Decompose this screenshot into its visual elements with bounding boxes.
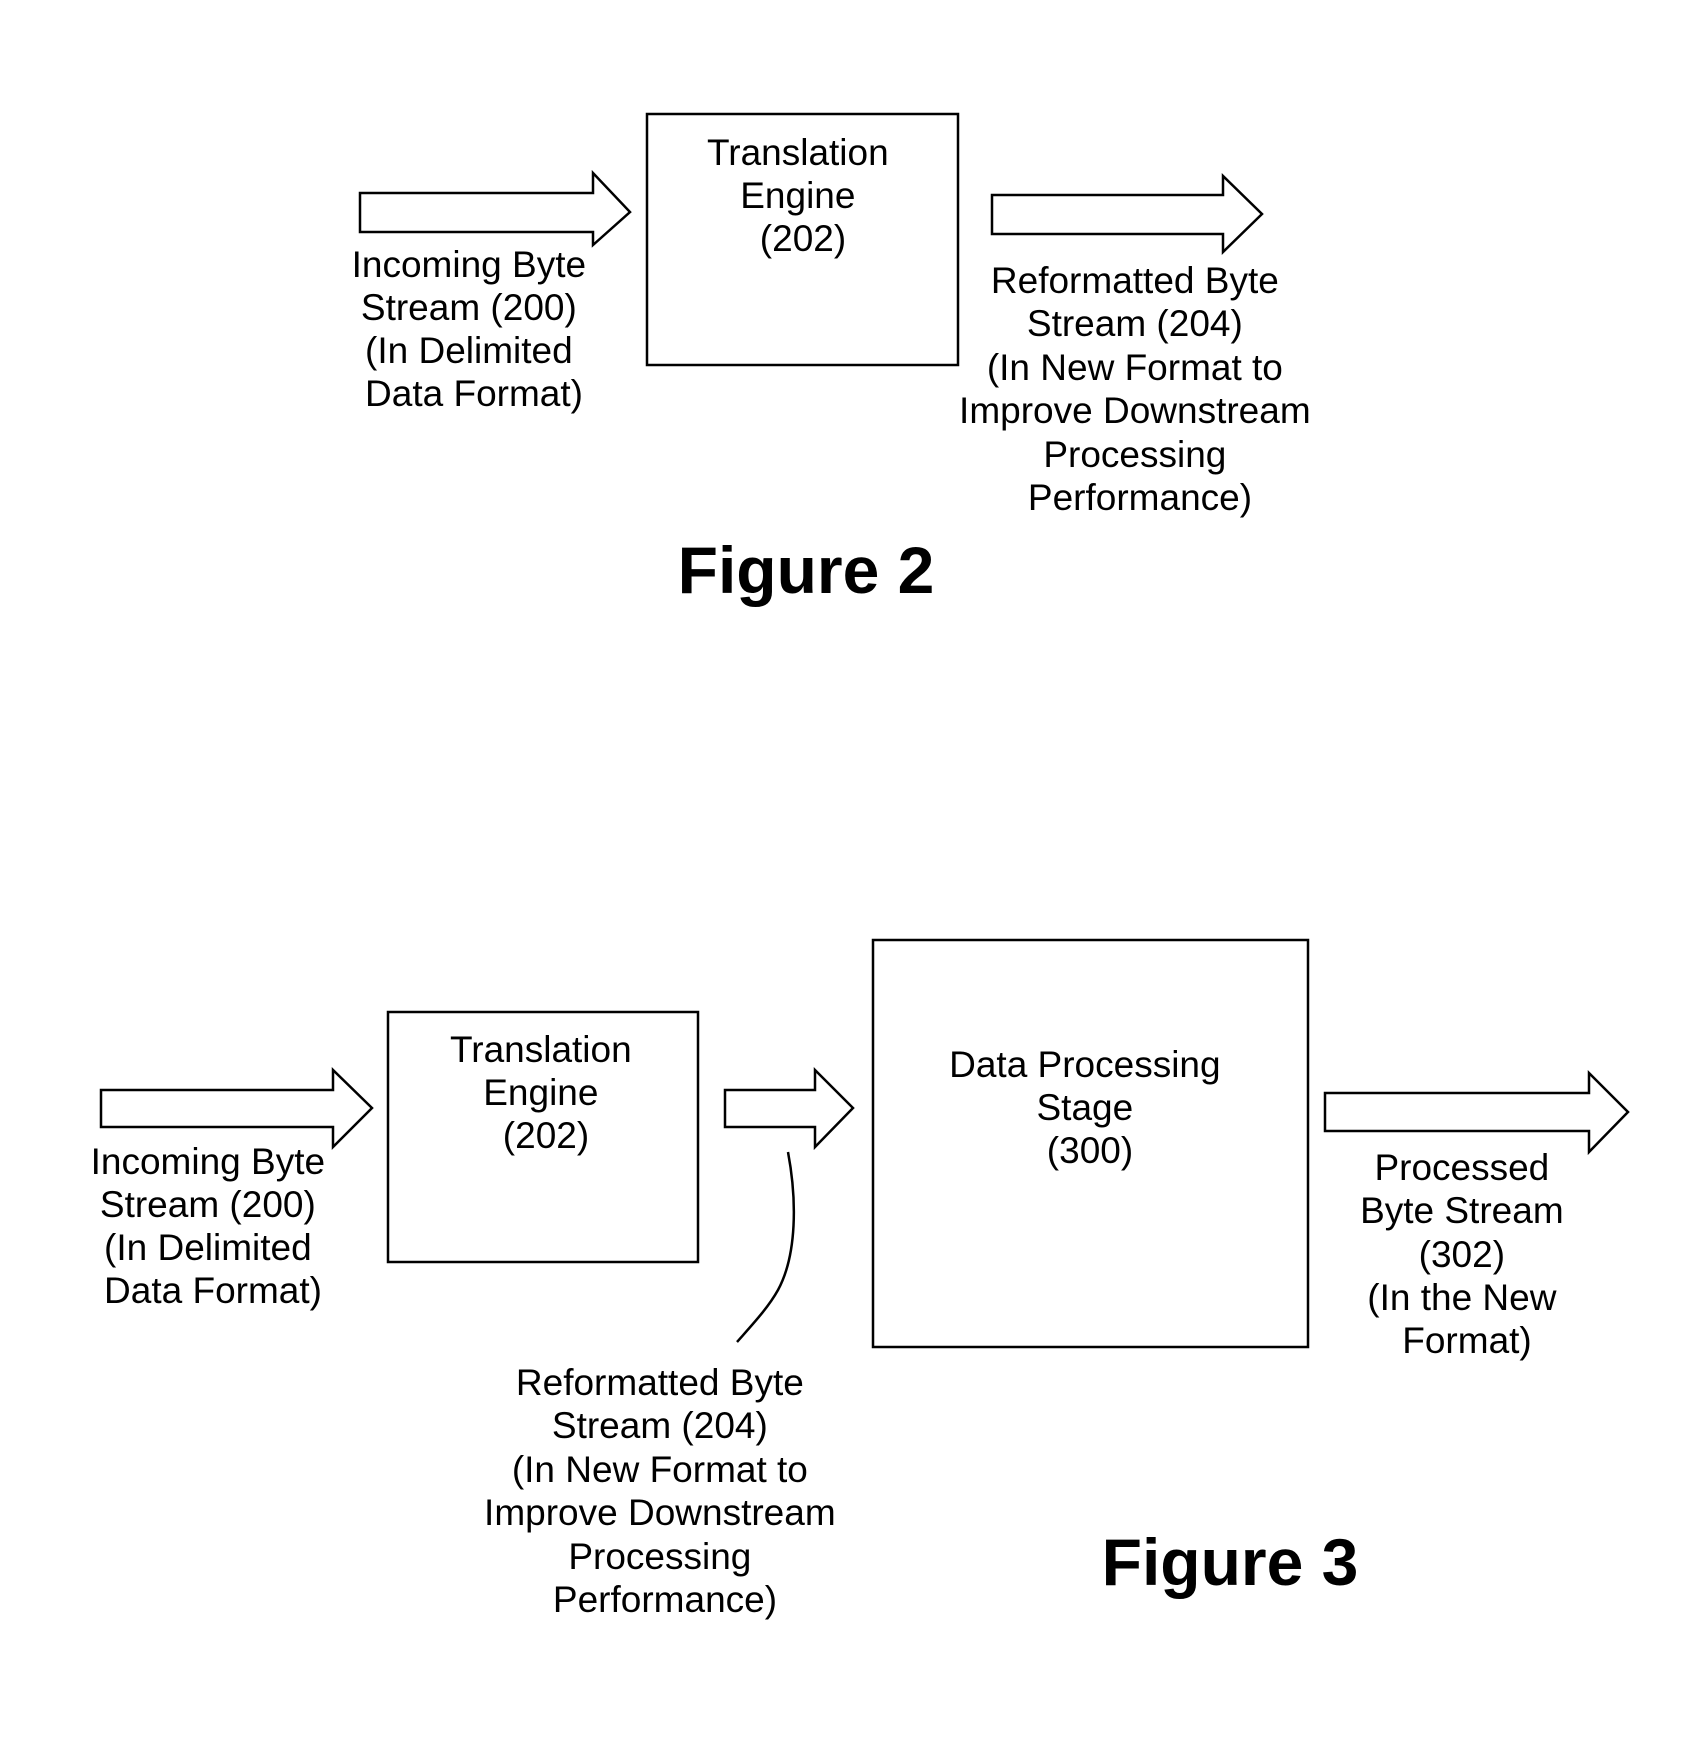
reformatted-stream-label: Reformatted Byte Stream (204) (In New Fo… [484,1362,846,1620]
figure-3: Translation Engine (202) Data Processing… [91,938,1630,1620]
patent-figures: Translation Engine (202) Incoming Byte S… [91,112,1630,1620]
figure-2: Translation Engine (202) Incoming Byte S… [352,112,1321,607]
figure-3-caption: Figure 3 [1102,1525,1359,1599]
processed-stream-arrow [1323,1069,1630,1156]
reformatted-stream-arrow [723,1066,855,1151]
reformatted-stream-label: Reformatted Byte Stream (204) (In New Fo… [959,260,1321,518]
processed-stream-label: Processed Byte Stream (302) (In the New … [1360,1147,1574,1361]
incoming-stream-arrow [358,169,632,248]
incoming-stream-label: Incoming Byte Stream (200) (In Delimited… [352,244,597,414]
incoming-stream-arrow [99,1067,374,1151]
reformatted-stream-leader-line [736,1151,796,1343]
reformatted-stream-arrow [990,173,1264,255]
figure-2-caption: Figure 2 [678,533,935,607]
incoming-stream-label: Incoming Byte Stream (200) (In Delimited… [91,1141,336,1311]
